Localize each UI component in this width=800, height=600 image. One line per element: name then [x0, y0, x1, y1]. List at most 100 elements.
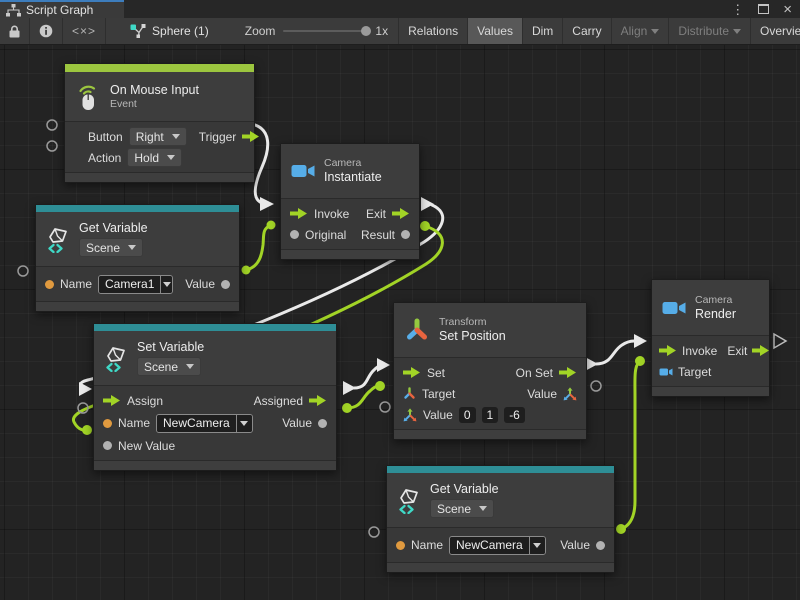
value-output-port[interactable]	[318, 419, 327, 428]
node-category: Camera	[324, 157, 382, 170]
distribute-button[interactable]: Distribute	[669, 18, 751, 44]
port-label-target: Target	[678, 365, 711, 379]
relations-button[interactable]: Relations	[399, 18, 468, 44]
node-camera-render[interactable]: Camera Render Invoke Exit Target	[651, 279, 770, 397]
inspect-button[interactable]	[30, 18, 63, 44]
vector-z-field[interactable]: -6	[504, 407, 525, 423]
port-label-value-in: Value	[423, 408, 453, 422]
camera-icon	[662, 299, 686, 317]
vector-x-field[interactable]: 0	[459, 407, 476, 423]
variable-name-field[interactable]: NewCamera	[156, 414, 253, 433]
camera-input-port-icon[interactable]	[659, 367, 673, 377]
port-label-name: Name	[118, 416, 150, 430]
variable-icon	[46, 226, 70, 253]
transform-icon	[404, 318, 430, 342]
scope-dropdown[interactable]: Scene	[137, 357, 201, 376]
button-dropdown[interactable]: Right	[129, 127, 187, 146]
chevron-down-icon	[479, 506, 487, 511]
lock-button[interactable]	[0, 18, 30, 44]
new-value-input-port[interactable]	[103, 441, 112, 450]
align-button[interactable]: Align	[612, 18, 670, 44]
value-input-port[interactable]	[290, 230, 299, 239]
graph-canvas[interactable]: On Mouse Input Event Button Right Trigge…	[0, 45, 800, 600]
carry-button[interactable]: Carry	[563, 18, 611, 44]
graph-icon	[6, 4, 21, 17]
flow-output-port[interactable]	[752, 345, 770, 356]
flow-input-port[interactable]	[403, 367, 421, 378]
tab-title: Script Graph	[26, 3, 93, 17]
node-get-variable-camera1[interactable]: Get Variable Scene Name Camera1 Value	[35, 204, 240, 312]
port-label-invoke: Invoke	[682, 344, 717, 358]
node-title: On Mouse Input	[110, 83, 199, 98]
dim-button[interactable]: Dim	[523, 18, 563, 44]
field-dropdown-button[interactable]	[236, 415, 252, 432]
flow-input-port[interactable]	[103, 395, 121, 406]
values-button[interactable]: Values	[468, 18, 523, 44]
node-transform-set-position[interactable]: Transform Set Position Set On Set Target…	[393, 302, 587, 440]
tab-script-graph[interactable]: Script Graph	[0, 0, 124, 18]
transform-input-port-icon[interactable]	[403, 387, 416, 400]
vector3-output-port-icon[interactable]	[563, 387, 577, 401]
port-label-original: Original	[305, 228, 346, 242]
port-label-name: Name	[60, 277, 92, 291]
wire-getvar1-to-original[interactable]	[242, 221, 276, 275]
name-input-port[interactable]	[45, 280, 54, 289]
port-label-button: Button	[88, 130, 123, 144]
field-dropdown-button[interactable]	[529, 537, 545, 554]
window-menu-icon[interactable]: ⋮	[731, 3, 744, 16]
node-set-variable[interactable]: Set Variable Scene Assign Assigned Name …	[93, 323, 337, 471]
breadcrumb[interactable]: Sphere (1)	[130, 18, 209, 44]
flow-output-port[interactable]	[242, 131, 260, 142]
wire-getvar2-to-target[interactable]	[616, 356, 645, 534]
node-title: Instantiate	[324, 170, 382, 185]
variable-name-field[interactable]: NewCamera	[449, 536, 546, 555]
scope-dropdown[interactable]: Scene	[79, 238, 143, 257]
value-output-port[interactable]	[596, 541, 605, 550]
action-dropdown[interactable]: Hold	[127, 148, 182, 167]
graph-breadcrumb-icon	[130, 24, 146, 38]
chevron-down-icon	[240, 421, 248, 426]
overview-button[interactable]: Overview	[751, 18, 800, 44]
scope-dropdown[interactable]: Scene	[430, 499, 494, 518]
name-input-port[interactable]	[103, 419, 112, 428]
close-icon[interactable]: ×	[783, 2, 792, 17]
graph-toolbar: <×> Sphere (1) Zoom 1x Relations Values …	[0, 18, 800, 45]
mouse-icon	[75, 83, 101, 111]
value-output-port[interactable]	[401, 230, 410, 239]
maximize-icon[interactable]	[758, 4, 769, 14]
variable-icon	[397, 487, 421, 514]
port-label-exit: Exit	[727, 344, 747, 358]
port-label-new-value: New Value	[118, 439, 175, 453]
node-subtitle: Event	[110, 98, 199, 111]
value-output-port[interactable]	[221, 280, 230, 289]
port-label-assign: Assign	[127, 394, 163, 408]
node-camera-instantiate[interactable]: Camera Instantiate Invoke Exit Original …	[280, 143, 420, 260]
node-get-variable-newcamera[interactable]: Get Variable Scene Name NewCamera Value	[386, 465, 615, 573]
flow-output-port[interactable]	[392, 208, 410, 219]
flow-output-port[interactable]	[309, 395, 327, 406]
variable-accent-bar	[36, 205, 239, 212]
name-input-port[interactable]	[396, 541, 405, 550]
chevron-down-icon	[163, 282, 171, 287]
field-dropdown-button[interactable]	[160, 276, 172, 293]
variable-name-field[interactable]: Camera1	[98, 275, 173, 294]
zoom-slider-handle[interactable]	[361, 26, 371, 36]
node-title: Set Variable	[137, 340, 204, 355]
port-label-value-out: Value	[527, 387, 557, 401]
vector3-input-port-icon[interactable]	[403, 408, 417, 422]
chevron-down-icon	[651, 29, 659, 34]
flow-input-port[interactable]	[290, 208, 308, 219]
unity-visual-scripting-window: Script Graph ⋮ × <×> Sphere (1) Zoom 1x …	[0, 0, 800, 600]
port-label-set: Set	[427, 366, 445, 380]
port-label-trigger: Trigger	[199, 130, 237, 144]
vector-y-field[interactable]: 1	[482, 407, 499, 423]
chevron-down-icon	[172, 134, 180, 139]
port-label-on-set: On Set	[516, 366, 553, 380]
node-on-mouse-input[interactable]: On Mouse Input Event Button Right Trigge…	[64, 63, 255, 183]
port-label-action: Action	[88, 151, 121, 165]
flow-output-port[interactable]	[559, 367, 577, 378]
csharp-preview-button[interactable]: <×>	[63, 18, 106, 44]
node-title: Get Variable	[79, 221, 148, 236]
flow-input-port[interactable]	[659, 345, 677, 356]
zoom-slider[interactable]	[283, 30, 367, 32]
